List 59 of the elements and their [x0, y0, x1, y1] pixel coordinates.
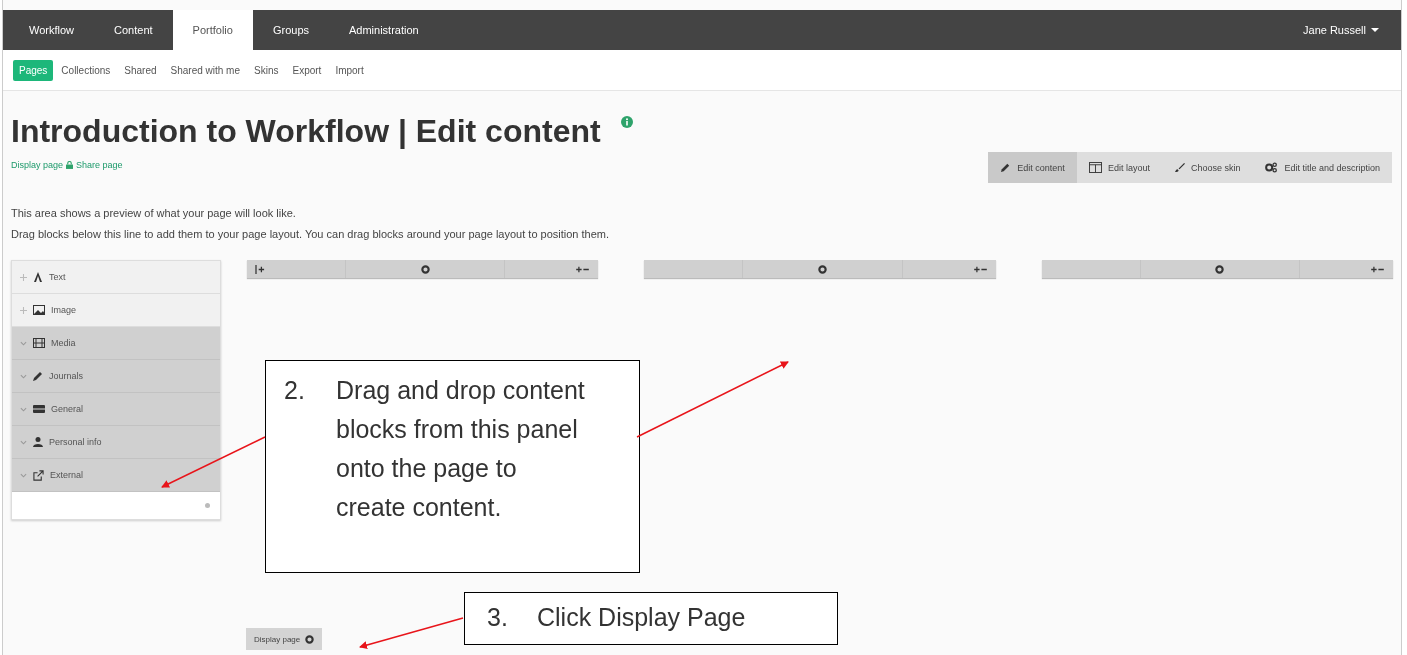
instruction-text: This area shows a preview of what your page will look like.: [11, 206, 297, 221]
settings-icon[interactable]: [1215, 264, 1225, 274]
subnav-tab[interactable]: Skins: [248, 59, 285, 81]
subnav-tab[interactable]: Export: [286, 59, 328, 81]
gears-icon: [1264, 162, 1279, 173]
nav-tab[interactable]: Content: [94, 10, 173, 50]
drawer-icon: [33, 404, 45, 414]
lock-icon: [66, 161, 74, 169]
callout-text: Drag and drop content blocks from this panel onto the page to create content.: [336, 375, 586, 523]
chevron-icon: [20, 406, 27, 412]
add-remove-column-icon[interactable]: [1370, 264, 1385, 274]
move-icon: [20, 306, 27, 314]
chevron-icon: [20, 340, 27, 346]
instruction-text: Drag blocks below this line to add them to your page layout. You can drag blocks around your page layout to position them.: [11, 227, 611, 242]
external-link-icon: [33, 469, 44, 481]
subnav-tab[interactable]: Collections: [55, 59, 117, 81]
info-icon[interactable]: [620, 116, 633, 128]
pencil-icon: [1000, 162, 1012, 173]
block-item[interactable]: Media: [12, 327, 220, 360]
callout-text: Click Display Page: [537, 602, 746, 633]
nav-tab[interactable]: Portfolio: [172, 10, 253, 50]
block-item[interactable]: General: [12, 393, 220, 426]
subnav-tab[interactable]: Shared: [118, 59, 163, 81]
subnav-tab[interactable]: Shared with me: [164, 59, 246, 81]
block-item[interactable]: Image: [12, 294, 220, 327]
share-page-link[interactable]: Share page: [76, 160, 123, 170]
callout-number: 3.: [487, 602, 509, 633]
nav-tab[interactable]: Workflow: [9, 10, 95, 50]
nav-tab[interactable]: Administration: [329, 10, 439, 50]
display-page-button[interactable]: Display page: [246, 628, 323, 650]
page-title: Introduction to Workflow | Edit content: [11, 113, 601, 150]
settings-icon[interactable]: [420, 264, 430, 274]
block-item[interactable]: External: [12, 459, 220, 492]
chevron-icon: [20, 439, 27, 445]
image-icon: [33, 305, 45, 315]
nav-tab[interactable]: Groups: [252, 10, 329, 50]
brush-icon: [1173, 162, 1185, 173]
settings-icon[interactable]: [818, 264, 827, 274]
user-menu[interactable]: Jane Russell: [1303, 10, 1401, 50]
block-item[interactable]: Journals: [12, 360, 220, 393]
display-page-link[interactable]: Display page: [11, 160, 64, 170]
person-icon: [33, 437, 43, 447]
add-remove-column-icon[interactable]: [575, 264, 591, 274]
add-column-icon[interactable]: [255, 264, 266, 274]
chevron-icon: [20, 373, 27, 379]
add-remove-column-icon[interactable]: [972, 264, 988, 274]
subnav-tab[interactable]: Import: [329, 59, 370, 81]
toolbar-button[interactable]: Edit content: [988, 152, 1077, 183]
move-icon: [20, 273, 27, 281]
text-icon: [33, 272, 43, 282]
callout-number: 2.: [284, 375, 306, 406]
block-item[interactable]: Personal info: [12, 426, 220, 459]
settings-icon: [305, 634, 315, 644]
film-icon: [33, 338, 45, 348]
pencil-icon: [33, 371, 43, 381]
chevron-icon: [20, 472, 27, 478]
caret-icon: [1371, 28, 1379, 32]
block-item[interactable]: Text: [12, 261, 220, 294]
layout-icon: [1088, 162, 1102, 173]
